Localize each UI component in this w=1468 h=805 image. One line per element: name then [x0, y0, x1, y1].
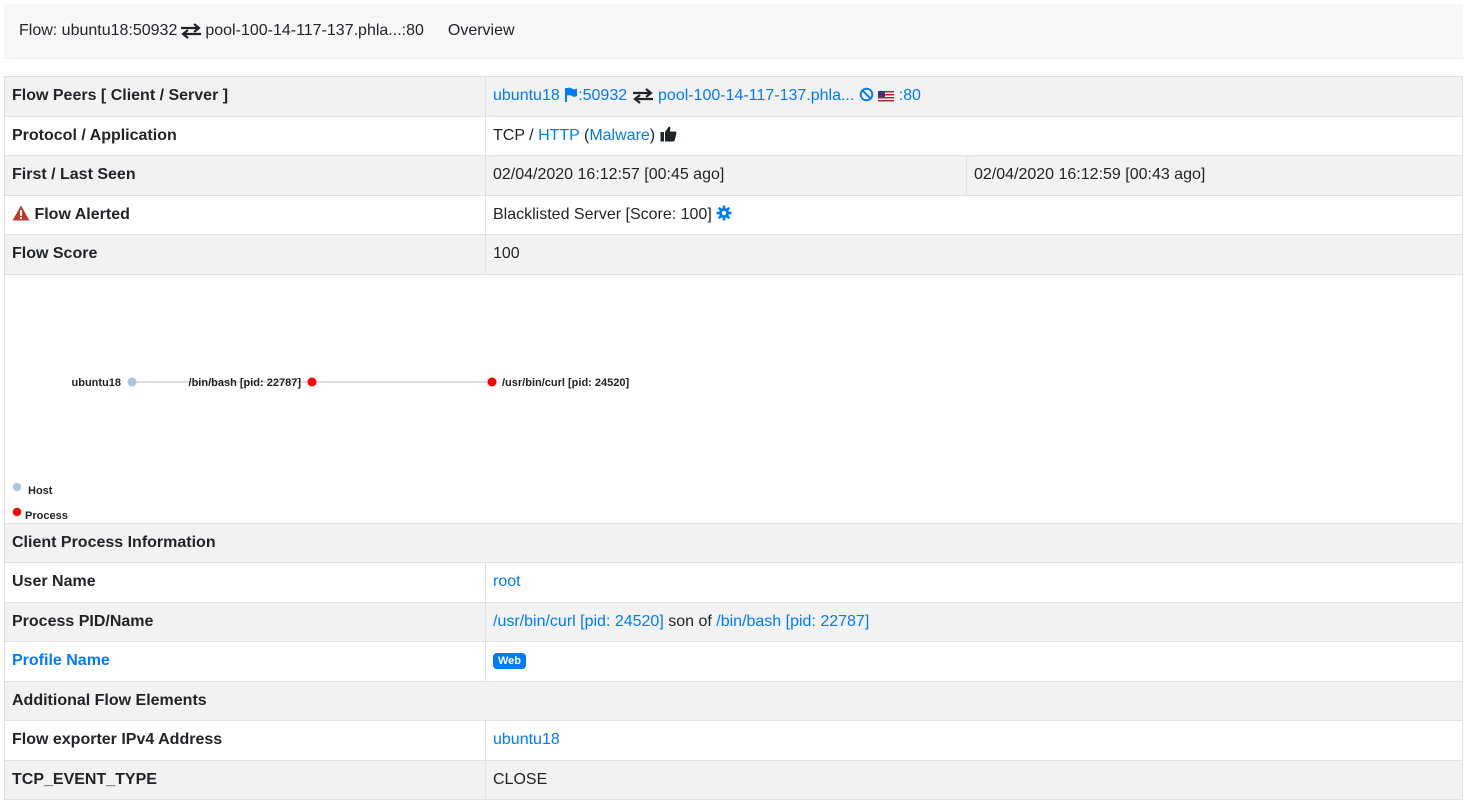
exporter-label: Flow exporter IPv4 Address — [4, 720, 486, 761]
paren-close: ) — [649, 127, 656, 145]
parent-process-link[interactable]: /bin/bash [pid: 22787] — [716, 613, 869, 630]
flow-navbar: Flow: ubuntu18:50932 pool-100-14-117-137… — [4, 4, 1463, 59]
ban-icon[interactable] — [859, 87, 874, 102]
thumbs-up-icon — [660, 126, 676, 142]
server-host-link[interactable]: pool-100-14-117-137.phla... — [658, 87, 854, 104]
flow-alerted-value-cell: Blacklisted Server [Score: 100] — [485, 194, 1463, 235]
flow-breadcrumb-server: pool-100-14-117-137.phla...:80 — [205, 22, 424, 39]
user-name-label: User Name — [4, 562, 486, 603]
app-protocol-link[interactable]: HTTP — [538, 127, 579, 144]
process-link[interactable]: /usr/bin/curl [pid: 24520] — [493, 613, 664, 630]
flow-score-value: 100 — [485, 234, 1463, 275]
first-last-seen-label: First / Last Seen — [4, 155, 486, 196]
row-process-graph: ubuntu18 /bin/bash [pid: 22787] /usr/bin… — [4, 273, 1463, 524]
user-name-link[interactable]: root — [493, 573, 521, 590]
process-tree-graph: ubuntu18 /bin/bash [pid: 22787] /usr/bin… — [12, 377, 629, 522]
protocol-value: TCP / HTTP (Malware) — [485, 115, 1463, 156]
tcp-event-value: CLOSE — [485, 759, 1463, 800]
son-of-text: son of — [668, 612, 712, 630]
profile-badge: Web — [493, 653, 527, 670]
profile-name-label-cell: Profile Name — [4, 641, 486, 682]
row-tcp-event: TCP_EVENT_TYPE CLOSE — [4, 759, 1463, 800]
additional-elements-header: Additional Flow Elements — [4, 680, 1463, 721]
first-seen-value: 02/04/2020 16:12:57 [00:45 ago] — [485, 155, 967, 196]
flow-alerted-label: Flow Alerted — [34, 206, 130, 224]
tcp-event-label: TCP_EVENT_TYPE — [4, 759, 486, 800]
row-additional-header: Additional Flow Elements — [4, 680, 1463, 721]
legend-host-label: Host — [28, 485, 53, 497]
legend-process-label: Process — [25, 510, 68, 522]
row-first-last-seen: First / Last Seen 02/04/2020 16:12:57 [0… — [4, 155, 1463, 196]
row-user-name: User Name root — [4, 562, 1463, 603]
category-link[interactable]: Malware — [589, 127, 649, 144]
row-exporter: Flow exporter IPv4 Address ubuntu18 — [4, 720, 1463, 761]
flow-peers-value: ubuntu18 :50932 pool-100-14-117-137.phla… — [485, 76, 1463, 117]
protocol-label: Protocol / Application — [4, 115, 486, 156]
tab-overview[interactable]: Overview — [448, 22, 515, 40]
client-host-link[interactable]: ubuntu18 — [493, 87, 560, 104]
warning-triangle-icon — [12, 205, 30, 221]
flow-alerted-label-cell: Flow Alerted — [4, 194, 486, 235]
us-flag-icon — [878, 91, 895, 103]
node-host-ubuntu18[interactable] — [127, 377, 137, 386]
node-process-curl[interactable] — [487, 377, 497, 386]
flow-peers-label: Flow Peers [ Client / Server ] — [4, 76, 486, 117]
profile-name-link[interactable]: Profile Name — [12, 652, 110, 669]
flow-alerted-value: Blacklisted Server [Score: 100] — [493, 206, 712, 224]
cog-icon[interactable] — [716, 205, 732, 221]
node-label-bash: /bin/bash [pid: 22787] — [189, 377, 302, 389]
exporter-value-cell: ubuntu18 — [485, 720, 1463, 761]
exchange-arrows-icon — [632, 88, 653, 104]
process-pid-label: Process PID/Name — [4, 601, 486, 642]
row-protocol: Protocol / Application TCP / HTTP (Malwa… — [4, 115, 1463, 156]
last-seen-value: 02/04/2020 16:12:59 [00:43 ago] — [966, 155, 1463, 196]
row-client-process-header: Client Process Information — [4, 522, 1463, 563]
exchange-arrows-icon — [181, 23, 202, 39]
exporter-link[interactable]: ubuntu18 — [493, 731, 560, 748]
client-process-header: Client Process Information — [4, 522, 1463, 563]
process-pid-value-cell: /usr/bin/curl [pid: 24520] son of /bin/b… — [485, 601, 1463, 642]
legend-process-dot — [12, 507, 22, 516]
flow-score-label: Flow Score — [4, 234, 486, 275]
node-process-bash[interactable] — [307, 377, 317, 386]
node-label-ubuntu18: ubuntu18 — [72, 377, 122, 389]
client-port-link[interactable]: :50932 — [578, 87, 627, 104]
legend-host-dot — [12, 482, 22, 491]
row-flow-peers: Flow Peers [ Client / Server ] ubuntu18 … — [4, 76, 1463, 117]
row-flow-score: Flow Score 100 — [4, 234, 1463, 275]
server-port-link[interactable]: :80 — [899, 87, 921, 104]
flow-breadcrumb: Flow: ubuntu18:50932 pool-100-14-117-137… — [19, 22, 424, 40]
node-label-curl: /usr/bin/curl [pid: 24520] — [502, 377, 629, 389]
row-profile-name: Profile Name Web — [4, 641, 1463, 682]
l4-protocol: TCP / — [493, 127, 534, 145]
flow-details-table: Flow Peers [ Client / Server ] ubuntu18 … — [4, 76, 1463, 800]
row-flow-alerted: Flow Alerted Blacklisted Server [Score: … — [4, 194, 1463, 235]
row-process-pid: Process PID/Name /usr/bin/curl [pid: 245… — [4, 601, 1463, 642]
flag-icon — [565, 87, 578, 103]
process-graph-cell: ubuntu18 /bin/bash [pid: 22787] /usr/bin… — [4, 273, 1463, 524]
profile-name-value-cell: Web — [485, 641, 1463, 682]
flow-breadcrumb-client: Flow: ubuntu18:50932 — [19, 22, 178, 39]
user-name-value-cell: root — [485, 562, 1463, 603]
